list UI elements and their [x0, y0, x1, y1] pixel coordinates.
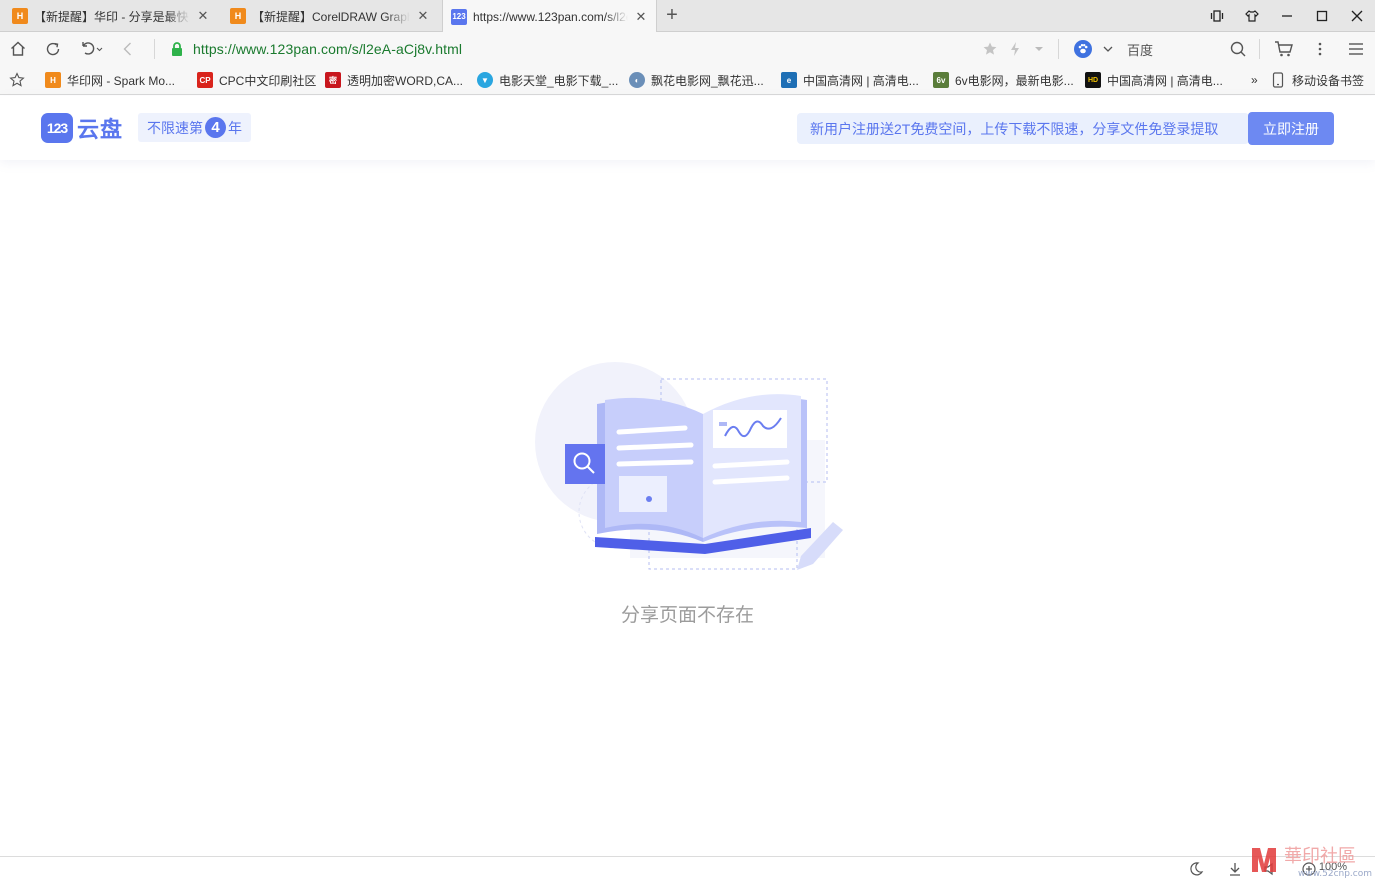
new-tab-button[interactable]: +: [662, 5, 682, 26]
hd-icon: HD: [1085, 72, 1101, 88]
badge-prefix: 不限速第: [147, 119, 203, 136]
bookmark-label: 中国高清网 | 高清电...: [1107, 73, 1223, 88]
divider: [1259, 39, 1260, 59]
badge-suffix: 年: [228, 119, 242, 136]
zoom-in-icon[interactable]: [1300, 860, 1318, 878]
cpc-icon: CP: [197, 72, 213, 88]
speed-badge: 不限速第 4 年: [138, 113, 251, 142]
tab-title: 【新提醒】CorelDRAW Graphics: [252, 9, 410, 24]
bookmark-label: 华印网 - Spark Mo...: [67, 73, 176, 88]
bookmark-item[interactable]: H 华印网 - Spark Mo...: [45, 71, 175, 89]
bookmark-item[interactable]: HD 中国高清网 | 高清电...: [1085, 71, 1223, 89]
logo-text: 云盘: [77, 117, 124, 142]
search-icon[interactable]: [1227, 38, 1249, 60]
home-icon[interactable]: [7, 38, 29, 60]
lock-icon: [169, 41, 185, 60]
status-bar: 100%: [0, 856, 1375, 880]
piaohua-icon: ◐: [629, 72, 645, 88]
bookmark-label: CPC中文印刷社区: [219, 73, 317, 88]
movie-heaven-icon: ▼: [477, 72, 493, 88]
close-window-icon[interactable]: [1347, 6, 1367, 26]
promo-banner: 新用户注册送2T免费空间，上传下载不限速，分享文件免登录提取: [797, 113, 1249, 144]
bookmark-item[interactable]: 密 透明加密WORD,CA...: [325, 71, 463, 89]
back-icon[interactable]: [117, 38, 139, 60]
undo-close-icon[interactable]: [78, 38, 108, 60]
address-bar[interactable]: https://www.123pan.com/s/l2eA-aCj8v.html: [165, 35, 1055, 63]
tab-123pan[interactable]: 123 https://www.123pan.com/s/l2eA-aCj8v.…: [442, 0, 657, 33]
divider: [1058, 39, 1059, 59]
maximize-icon[interactable]: [1312, 6, 1332, 26]
cart-icon[interactable]: [1273, 38, 1295, 60]
huayin-icon: H: [230, 8, 246, 24]
divider: [154, 39, 155, 59]
minimize-icon[interactable]: [1277, 6, 1297, 26]
bookmark-item[interactable]: e 中国高清网 | 高清电...: [781, 71, 919, 89]
bookmark-item[interactable]: ◐ 飘花电影网_飘花迅...: [629, 71, 764, 89]
huayin-icon: H: [45, 72, 61, 88]
night-mode-icon[interactable]: [1187, 860, 1205, 878]
bookmark-label: 电影天堂_电影下载_...: [499, 73, 619, 88]
bookmark-label: 中国高清网 | 高清电...: [803, 73, 919, 88]
site-logo[interactable]: 123 云盘: [41, 112, 123, 144]
gaoqing-icon: e: [781, 72, 797, 88]
close-icon[interactable]: ✕: [634, 9, 648, 24]
engine-chevron-icon[interactable]: [1102, 43, 1114, 58]
tab-huayin[interactable]: H 【新提醒】华印 - 分享是最快乐的事 ✕: [4, 0, 218, 32]
tab-title: https://www.123pan.com/s/l2eA-aCj8v.html: [473, 9, 628, 24]
bookmarks-bar: H 华印网 - Spark Mo... CP CPC中文印刷社区 密 透明加密W…: [0, 65, 1375, 95]
close-icon[interactable]: ✕: [196, 8, 210, 23]
navigation-toolbar: https://www.123pan.com/s/l2eA-aCj8v.html…: [0, 32, 1375, 65]
bookmark-label: 6v电影网，最新电影...: [955, 73, 1074, 88]
encrypt-icon: 密: [325, 72, 341, 88]
zoom-level[interactable]: 100%: [1319, 861, 1347, 873]
123pan-icon: 123: [451, 8, 467, 25]
more-vertical-icon[interactable]: [1309, 38, 1331, 60]
split-view-icon[interactable]: [1207, 6, 1227, 26]
star-icon[interactable]: [979, 38, 1001, 60]
bookmark-label: 透明加密WORD,CA...: [347, 73, 463, 88]
bookmarks-more-button[interactable]: »: [1251, 71, 1258, 89]
register-button[interactable]: 立即注册: [1248, 112, 1334, 145]
baidu-paw-icon: [1074, 40, 1092, 58]
bookmark-item[interactable]: CP CPC中文印刷社区: [197, 71, 316, 89]
huayin-icon: H: [12, 8, 28, 24]
lightning-icon[interactable]: [1004, 38, 1026, 60]
search-engine-label: 百度: [1127, 42, 1154, 58]
phone-icon: [1272, 72, 1284, 88]
mobile-bookmarks[interactable]: 移动设备书签: [1272, 71, 1364, 89]
url-text[interactable]: https://www.123pan.com/s/l2eA-aCj8v.html: [193, 41, 462, 57]
6v-icon: 6v: [933, 72, 949, 88]
bookmark-label: 飘花电影网_飘花迅...: [651, 73, 764, 88]
empty-book-illustration: [535, 362, 843, 570]
menu-icon[interactable]: [1345, 38, 1367, 60]
bookmarks-more-label: »: [1251, 73, 1258, 87]
tab-strip: H 【新提醒】华印 - 分享是最快乐的事 ✕ H 【新提醒】CorelDRAW …: [0, 0, 1375, 33]
bookmark-star-icon[interactable]: [9, 72, 25, 91]
empty-state-message: 分享页面不存在: [620, 605, 754, 626]
tab-coreldraw[interactable]: H 【新提醒】CorelDRAW Graphics ✕: [222, 0, 438, 32]
logo-mark: 123: [41, 113, 73, 143]
bookmark-item[interactable]: 6v 6v电影网，最新电影...: [933, 71, 1074, 89]
close-icon[interactable]: ✕: [416, 8, 430, 23]
tab-title: 【新提醒】华印 - 分享是最快乐的事: [34, 9, 190, 24]
sound-icon[interactable]: [1262, 860, 1280, 878]
bookmark-item[interactable]: ▼ 电影天堂_电影下载_...: [477, 71, 618, 89]
skin-icon[interactable]: [1242, 6, 1262, 26]
chevron-down-icon[interactable]: [1028, 38, 1050, 60]
site-header: 123 云盘 不限速第 4 年 新用户注册送2T免费空间，上传下载不限速，分享文…: [0, 96, 1375, 160]
refresh-icon[interactable]: [42, 38, 64, 60]
download-icon[interactable]: [1226, 860, 1244, 878]
badge-number: 4: [205, 117, 226, 138]
mobile-bookmarks-label: 移动设备书签: [1292, 73, 1365, 88]
